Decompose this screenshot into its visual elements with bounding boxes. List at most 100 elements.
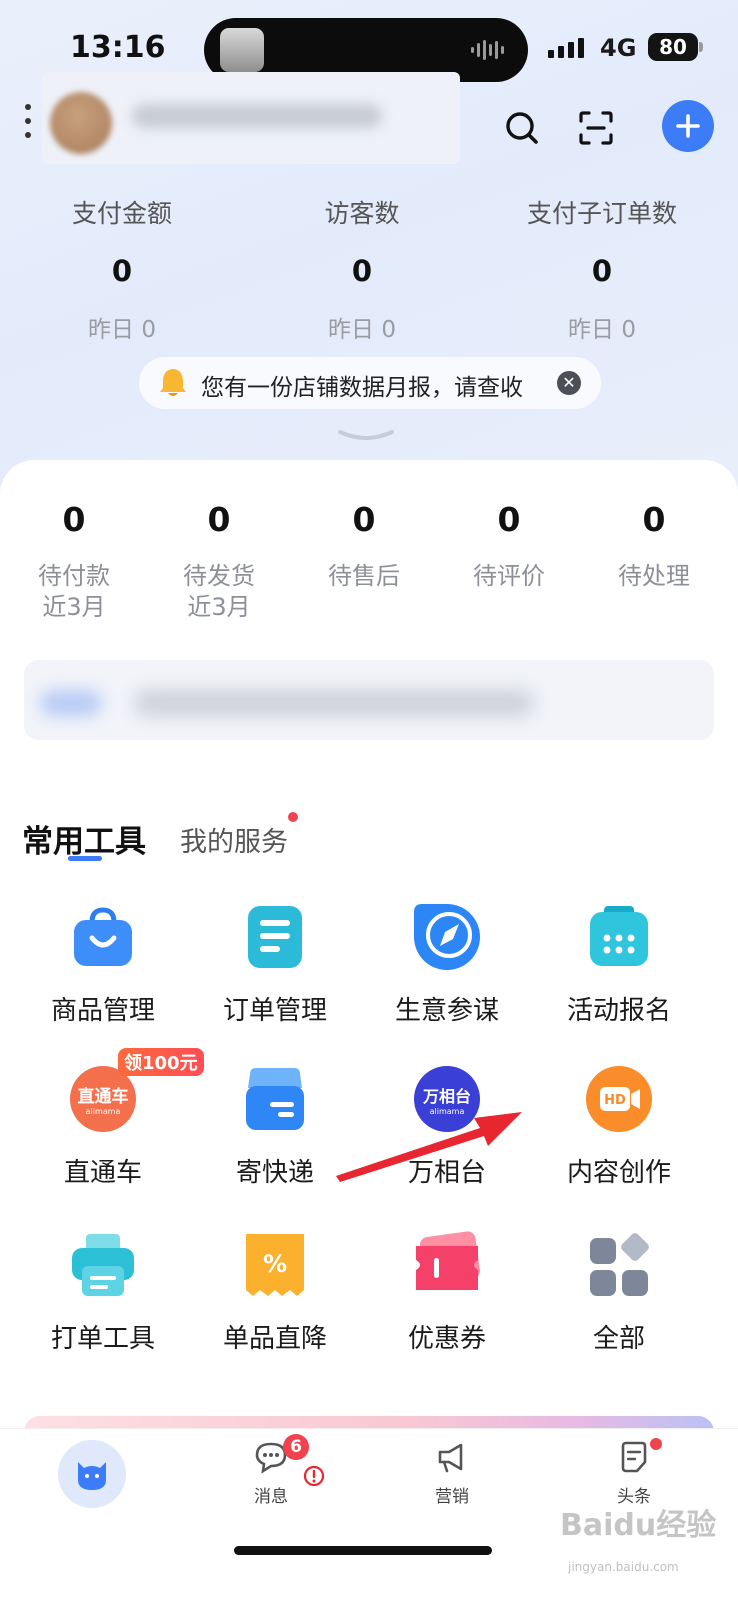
scan-button[interactable]	[568, 100, 624, 156]
order-count: 0	[207, 500, 231, 539]
avatar[interactable]	[50, 92, 112, 154]
calendar-icon	[584, 902, 654, 972]
tool-all[interactable]: 全部	[530, 1230, 708, 1355]
nav-label: 营销	[435, 1487, 469, 1507]
coupon-icon	[412, 1230, 482, 1300]
audio-wave-icon	[471, 40, 504, 60]
monthly-report-notice[interactable]: 您有一份店铺数据月报，请查收 ✕	[139, 357, 601, 409]
notice-text: 您有一份店铺数据月报，请查收	[201, 375, 523, 401]
tool-label: 单品直降	[222, 1324, 327, 1354]
order-count: 0	[352, 500, 376, 539]
nav-headlines[interactable]: 头条	[574, 1440, 694, 1507]
grid-all-icon	[584, 1230, 654, 1300]
home-indicator	[234, 1546, 492, 1555]
order-label: 待处理	[618, 562, 690, 590]
status-time: 13:16	[70, 30, 166, 65]
order-pending-shipment[interactable]: 0 待发货近3月	[145, 500, 293, 623]
bell-icon	[160, 369, 186, 396]
stat-label: 支付子订单数	[526, 199, 677, 228]
order-label: 待售后	[328, 562, 400, 590]
stat-sub-orders[interactable]: 支付子订单数 0 昨日 0	[482, 194, 722, 344]
watermark-url: jingyan.baidu.com	[568, 1560, 679, 1574]
stat-value: 0	[111, 254, 133, 288]
watermark: Baidu经验	[560, 1508, 717, 1543]
svg-text:%: %	[263, 1250, 287, 1278]
tool-business-advisor[interactable]: 生意参谋	[358, 902, 536, 1027]
stat-payment-amount[interactable]: 支付金额 0 昨日 0	[2, 194, 242, 344]
order-label: 待付款	[38, 562, 110, 590]
plus-icon	[676, 114, 700, 138]
order-count: 0	[62, 500, 86, 539]
tool-product-management[interactable]: 商品管理	[14, 902, 192, 1027]
scan-icon	[579, 111, 613, 145]
chevron-down-icon[interactable]	[336, 428, 396, 444]
order-period: 近3月	[187, 593, 251, 621]
nav-home[interactable]	[58, 1440, 126, 1508]
battery-level: 80	[648, 33, 698, 61]
tool-label: 直通车	[63, 1158, 142, 1188]
stat-value: 0	[351, 254, 373, 288]
order-count: 0	[642, 500, 666, 539]
order-count: 0	[497, 500, 521, 539]
tool-label: 活动报名	[566, 996, 671, 1026]
search-icon	[506, 112, 538, 144]
tool-label: 打单工具	[50, 1324, 155, 1354]
stat-visitors[interactable]: 访客数 0 昨日 0	[242, 194, 482, 344]
menu-dots-icon[interactable]	[22, 104, 34, 138]
annotation-arrow	[336, 1112, 522, 1182]
blurred-text	[134, 690, 534, 716]
alert-icon	[303, 1465, 325, 1487]
tool-single-item-discount[interactable]: % 单品直降	[186, 1230, 364, 1355]
tool-label: 商品管理	[50, 996, 155, 1026]
add-button[interactable]	[662, 100, 714, 152]
compass-icon	[412, 902, 482, 972]
stat-yesterday: 昨日 0	[328, 317, 396, 343]
home-mascot-icon	[78, 1462, 106, 1490]
tab-common-tools[interactable]: 常用工具	[22, 816, 146, 861]
order-pending-payment[interactable]: 0 待付款近3月	[0, 500, 148, 623]
tool-event-registration[interactable]: 活动报名	[530, 902, 708, 1027]
tool-label: 内容创作	[566, 1158, 671, 1188]
order-after-sales[interactable]: 0 待售后	[290, 500, 438, 592]
order-pending-review[interactable]: 0 待评价	[435, 500, 583, 592]
megaphone-icon	[438, 1443, 463, 1473]
message-count-badge: 6	[283, 1434, 309, 1460]
stat-label: 访客数	[324, 199, 400, 228]
search-button[interactable]	[494, 100, 550, 156]
tool-label: 订单管理	[222, 996, 327, 1026]
blurred-tag	[40, 690, 102, 716]
tool-print-labels[interactable]: 打单工具	[14, 1230, 192, 1355]
tool-label: 优惠券	[407, 1324, 486, 1354]
tool-coupon[interactable]: 优惠券	[358, 1230, 536, 1355]
tool-content-creation[interactable]: HD 内容创作	[530, 1064, 708, 1189]
hd-icon-text: HD	[604, 1093, 626, 1108]
network-type: 4G	[600, 34, 637, 62]
stat-yesterday: 昨日 0	[568, 317, 636, 343]
notification-dot	[288, 812, 298, 822]
hd-video-icon: HD	[584, 1064, 654, 1134]
signal-strength-icon	[548, 38, 584, 58]
parcel-box-icon	[240, 1064, 310, 1134]
now-playing-thumbnail	[220, 28, 264, 72]
order-label: 待发货	[183, 562, 255, 590]
tool-order-management[interactable]: 订单管理	[186, 902, 364, 1027]
tool-ztc[interactable]: 直通车 alimama 领100元 直通车	[14, 1048, 204, 1189]
order-to-handle[interactable]: 0 待处理	[580, 500, 728, 592]
nav-marketing[interactable]: 营销	[392, 1440, 512, 1507]
discount-ticket-icon: %	[240, 1230, 310, 1300]
order-list-icon	[240, 902, 310, 972]
printer-icon	[68, 1230, 138, 1300]
close-icon[interactable]: ✕	[557, 371, 581, 395]
tab-my-services[interactable]: 我的服务	[180, 820, 288, 859]
stat-label: 支付金额	[71, 199, 172, 228]
shopping-bag-icon	[68, 902, 138, 972]
tool-label: 生意参谋	[394, 996, 499, 1026]
shop-name-blurred	[132, 104, 382, 128]
stat-yesterday: 昨日 0	[88, 317, 156, 343]
notification-dot	[650, 1438, 662, 1450]
tab-indicator	[68, 856, 102, 861]
tool-label: 全部	[592, 1324, 645, 1354]
order-period: 近3月	[42, 593, 106, 621]
ztc-icon-text: 直通车	[78, 1086, 129, 1107]
battery-tip	[699, 42, 703, 52]
